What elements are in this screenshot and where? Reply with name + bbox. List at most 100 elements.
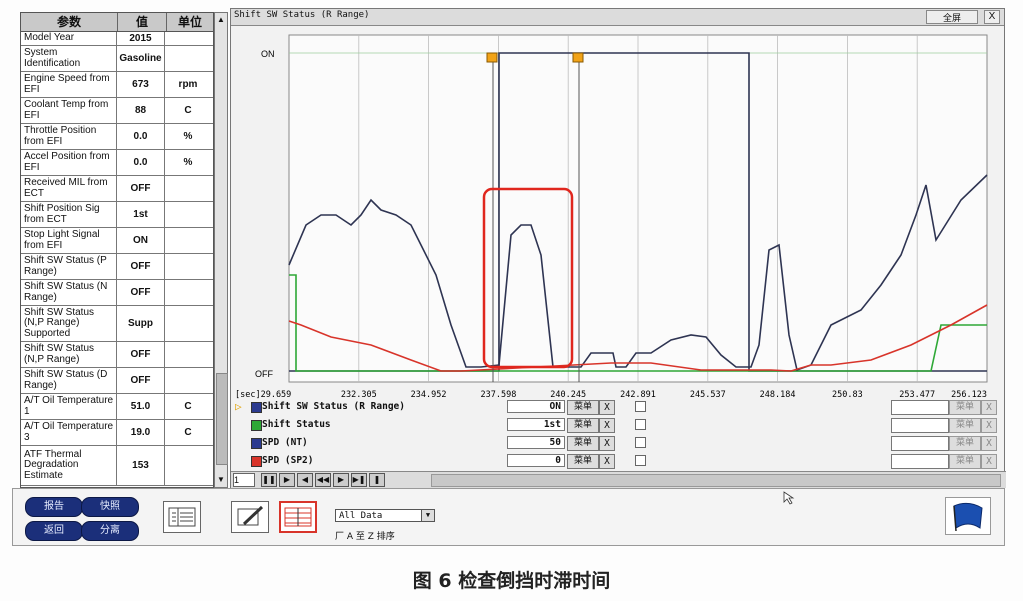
- step-forward-icon[interactable]: ▶: [333, 473, 349, 487]
- back-button[interactable]: 返回: [25, 521, 83, 541]
- scroll-up-icon[interactable]: ▲: [216, 14, 226, 26]
- step-back-icon[interactable]: ◀: [297, 473, 313, 487]
- rewind-icon[interactable]: ◀◀: [315, 473, 331, 487]
- x-tick-label: 250.83: [832, 390, 863, 399]
- table-row[interactable]: ATF Thermal Degradation Estimate 153: [21, 446, 213, 486]
- signal-row[interactable]: ▷ Shift SW Status (R Range) ON 菜单 X 菜单 X: [231, 399, 1006, 416]
- detach-button[interactable]: 分离: [81, 521, 139, 541]
- right-remove-button[interactable]: X: [981, 400, 997, 415]
- right-remove-button[interactable]: X: [981, 454, 997, 469]
- param-value: OFF: [117, 368, 165, 393]
- param-unit: %: [183, 131, 193, 142]
- graph-plot[interactable]: ON OFF [sec]29.659 232.305 234.952 237.598 2…: [231, 25, 1004, 399]
- scroll-down-icon[interactable]: ▼: [216, 474, 226, 486]
- param-value: Supp: [117, 306, 165, 341]
- right-remove-button[interactable]: X: [981, 418, 997, 433]
- table-scrollbar[interactable]: ▲ ▼: [214, 12, 228, 488]
- right-menu-button[interactable]: 菜单: [949, 436, 981, 451]
- param-value: 1st: [117, 202, 165, 227]
- right-value-box: [891, 418, 949, 433]
- cursor-a-flag-icon[interactable]: [486, 52, 498, 63]
- signal-menu-button[interactable]: 菜单: [567, 454, 599, 469]
- table-row[interactable]: Shift SW Status (N,P Range) OFF: [21, 342, 213, 368]
- report-button[interactable]: 报告: [25, 497, 83, 517]
- header-param[interactable]: 参数: [21, 13, 118, 31]
- param-value: OFF: [117, 254, 165, 279]
- signal-remove-button[interactable]: X: [599, 400, 615, 415]
- signal-row[interactable]: SPD (NT) 50 菜单 X 菜单 X: [231, 435, 1006, 452]
- param-value: 673: [117, 72, 165, 97]
- snapshot-button[interactable]: 快照: [81, 497, 139, 517]
- signal-value: 1st: [507, 418, 565, 431]
- table-row[interactable]: Shift SW Status (D Range) OFF: [21, 368, 213, 394]
- signal-name: Shift SW Status (R Range): [262, 401, 405, 412]
- close-button[interactable]: X: [984, 10, 1000, 24]
- skip-end-icon[interactable]: ▶❚: [351, 473, 367, 487]
- signal-menu-button[interactable]: 菜单: [567, 418, 599, 433]
- header-unit[interactable]: 单位: [167, 13, 213, 31]
- edit-button[interactable]: [231, 501, 269, 533]
- signal-remove-button[interactable]: X: [599, 418, 615, 433]
- list-view-button[interactable]: [163, 501, 201, 533]
- signal-checkbox[interactable]: [635, 419, 646, 430]
- table-row[interactable]: System Identification Gasoline: [21, 46, 213, 72]
- fullscreen-button[interactable]: 全屏: [926, 10, 978, 24]
- param-unit: [165, 46, 211, 71]
- signal-row[interactable]: Shift Status 1st 菜单 X 菜单 X: [231, 417, 1006, 434]
- right-remove-button[interactable]: X: [981, 436, 997, 451]
- pause-icon[interactable]: ❚❚: [261, 473, 277, 487]
- param-name: Shift SW Status (D Range): [21, 368, 117, 393]
- scroll-thumb[interactable]: [216, 373, 228, 465]
- table-row[interactable]: A/T Oil Temperature 3 19.0 C: [21, 420, 213, 446]
- right-menu-button[interactable]: 菜单: [949, 418, 981, 433]
- page-input[interactable]: 1: [233, 473, 255, 487]
- table-row[interactable]: Shift SW Status (P Range) OFF: [21, 254, 213, 280]
- signal-menu-button[interactable]: 菜单: [567, 436, 599, 451]
- param-value: 153: [117, 446, 165, 485]
- table-row[interactable]: Coolant Temp from EFI 88 C: [21, 98, 213, 124]
- param-name: Coolant Temp from EFI: [21, 98, 117, 123]
- param-name: Shift SW Status (N,P Range): [21, 342, 117, 367]
- signal-checkbox[interactable]: [635, 401, 646, 412]
- x-tick-label: 234.952: [411, 390, 447, 399]
- graph-title: Shift SW Status (R Range): [234, 10, 370, 20]
- right-menu-button[interactable]: 菜单: [949, 454, 981, 469]
- param-unit: [165, 202, 211, 227]
- end-icon[interactable]: ❚: [369, 473, 385, 487]
- sort-option[interactable]: 厂 A 至 Z 排序: [335, 529, 395, 542]
- table-row[interactable]: Stop Light Signal from EFI ON: [21, 228, 213, 254]
- flag-button[interactable]: [945, 497, 991, 535]
- table-row[interactable]: Model Year 2015: [21, 32, 213, 46]
- signal-color-swatch: [251, 438, 262, 449]
- header-value[interactable]: 值: [118, 13, 167, 31]
- table-row[interactable]: Throttle Position from EFI 0.0%: [21, 124, 213, 150]
- cursor-b-flag-icon[interactable]: [572, 52, 584, 63]
- table-row[interactable]: Received MIL from ECT OFF: [21, 176, 213, 202]
- table-row[interactable]: Accel Position from EFI 0.0%: [21, 150, 213, 176]
- signal-remove-button[interactable]: X: [599, 454, 615, 469]
- param-name: Model Year: [21, 32, 117, 45]
- play-icon[interactable]: ▶: [279, 473, 295, 487]
- signal-row[interactable]: SPD (SP2) 0 菜单 X 菜单 X: [231, 453, 1006, 470]
- param-value: ON: [117, 228, 165, 253]
- table-row[interactable]: A/T Oil Temperature 1 51.0 C: [21, 394, 213, 420]
- x-tick-label: 248.184: [760, 390, 796, 399]
- right-menu-button[interactable]: 菜单: [949, 400, 981, 415]
- param-value: OFF: [117, 176, 165, 201]
- chevron-down-icon[interactable]: ▼: [421, 510, 434, 521]
- signal-checkbox[interactable]: [635, 455, 646, 466]
- graph-view-button[interactable]: [279, 501, 317, 533]
- signal-menu-button[interactable]: 菜单: [567, 400, 599, 415]
- signal-remove-button[interactable]: X: [599, 436, 615, 451]
- table-row[interactable]: Shift Position Sig from ECT 1st: [21, 202, 213, 228]
- table-row[interactable]: Engine Speed from EFI 673 rpm: [21, 72, 213, 98]
- bottom-toolbar: 报告 快照 返回 分离 All Data ▼ 厂 A 至 Z 排序: [12, 488, 1005, 546]
- data-filter-select[interactable]: All Data ▼: [335, 509, 435, 522]
- signal-checkbox[interactable]: [635, 437, 646, 448]
- table-row[interactable]: Shift SW Status (N Range) OFF: [21, 280, 213, 306]
- table-row[interactable]: Shift SW Status (N,P Range) Supported Sup…: [21, 306, 213, 342]
- signal-value: 50: [507, 436, 565, 449]
- param-value: 2015: [117, 32, 165, 45]
- timeline-scrollbar[interactable]: [431, 474, 1001, 487]
- x-tick-label: 245.537: [690, 390, 726, 399]
